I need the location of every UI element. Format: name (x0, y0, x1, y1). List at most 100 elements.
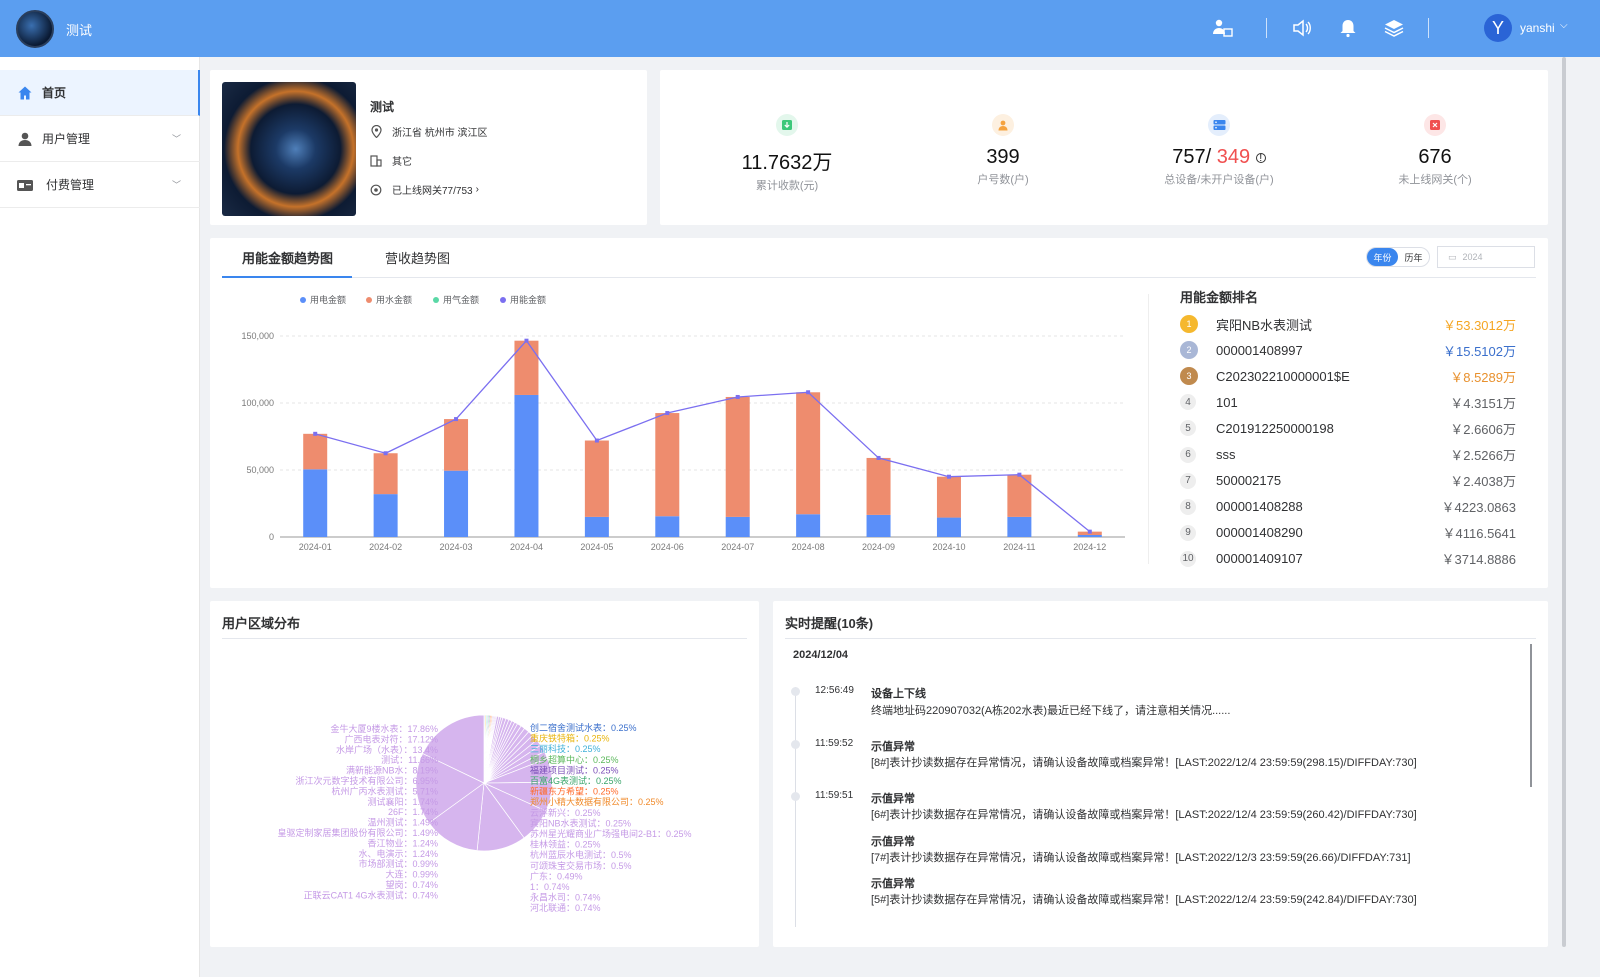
stat-value: 757/ 349 ! (1119, 146, 1319, 169)
ranking-row[interactable]: 6 sss ￥2.5266万 (1180, 445, 1520, 465)
pie-label-left: 水岸广场（水表）：13.4% (336, 744, 438, 755)
alert-text[interactable]: [8#]表计抄读数据存在异常情况，请确认设备故障或档案异常！[LAST:2022… (871, 754, 1417, 770)
timeline-dot (791, 792, 800, 801)
line-point (524, 338, 529, 343)
rank-name: 000001408288 (1216, 499, 1303, 515)
alert-time: 11:59:51 (815, 790, 854, 801)
pie-label-left: 正联云CAT1 4G水表测试：0.74% (304, 889, 438, 900)
line-point (1087, 529, 1092, 534)
header-divider (1266, 18, 1267, 38)
ranking-row[interactable]: 8 000001408288 ￥4223.0863 (1180, 497, 1520, 517)
page-scrollbar[interactable] (1562, 57, 1566, 947)
pie-label-right: 创二宿舍测试水表：0.25% (530, 722, 637, 733)
stat-devices: 757/ 349 ! 总设备/未开户设备(户) (1119, 114, 1319, 187)
pie-label-left: 皇驱定制家居集团股份有限公司：1.49% (277, 827, 438, 838)
rank-value: ￥4116.5641 (1442, 526, 1517, 542)
rank-value: ￥15.5102万 (1443, 343, 1516, 359)
pie-label-left: 26F：1.74% (388, 807, 438, 817)
alerts-scrollbar[interactable] (1530, 644, 1532, 787)
alerts-card: 实时提醒(10条) 2024/12/04 12:56:49 设备上下线 终端地址… (773, 601, 1548, 947)
pie-label-right: 广东：0.49% (530, 870, 583, 881)
ranking-row[interactable]: 1 宾阳NB水表测试 ￥53.3012万 (1180, 314, 1520, 334)
ranking-row[interactable]: 7 500002175 ￥2.4038万 (1180, 471, 1520, 491)
ranking-row[interactable]: 4 101 ￥4.3151万 (1180, 392, 1520, 412)
pie-label-right: 百富4G表测试：0.25% (530, 775, 622, 786)
bar-electric (444, 470, 469, 537)
legend-water[interactable]: 用水金额 (366, 293, 412, 306)
bell-icon[interactable] (1336, 16, 1360, 40)
info-icon[interactable]: ! (1255, 152, 1266, 163)
timeline-line (795, 687, 796, 927)
y-tick-label: 150,000 (241, 331, 274, 341)
line-point (1017, 472, 1022, 477)
toggle-history[interactable]: 历年 (1398, 248, 1429, 266)
ranking-row[interactable]: 9 000001408290 ￥4116.5641 (1180, 523, 1520, 543)
rank-value: ￥4223.0863 (1441, 500, 1516, 516)
tab-revenue-trend[interactable]: 营收趋势图 (385, 248, 450, 278)
speaker-icon[interactable] (1290, 16, 1314, 40)
gateway-link[interactable]: 已上线网关77/753 (392, 182, 473, 197)
bar-water (936, 476, 961, 518)
chevron-down-icon: ﹀ (172, 134, 182, 144)
x-tick-label: 2024-07 (721, 542, 754, 552)
stat-label: 户号数(户) (977, 174, 1029, 186)
user-switch-icon[interactable] (1210, 16, 1234, 40)
ranking-row[interactable]: 5 C201912250000198 ￥2.6606万 (1180, 418, 1520, 438)
region-card: 用户区域分布 创二宿舍测试水表：0.25% 重庆铁特箱：0.25% 三丽科技：0.2… (210, 601, 759, 947)
username[interactable]: yanshi (1520, 21, 1555, 35)
divider (222, 638, 747, 639)
stat-value: 11.7632万 (741, 152, 833, 174)
user-avatar[interactable]: Y (1484, 14, 1512, 42)
year-picker[interactable]: ▭ 2024 (1437, 246, 1535, 268)
toggle-year[interactable]: 年份 (1367, 248, 1398, 266)
rank-value: ￥8.5289万 (1450, 369, 1516, 385)
chevron-down-icon[interactable]: ⌵ (1560, 20, 1568, 31)
bar-electric (514, 394, 539, 537)
ranking-row[interactable]: 2 000001408997 ￥15.5102万 (1180, 340, 1520, 360)
pie-label-right: 可颂珠宝交易市场：0.5% (530, 860, 632, 871)
timeline-dot (791, 740, 800, 749)
sidebar-item-users[interactable]: 用户管理 ﹀ (0, 116, 200, 162)
stat-total-received: 11.7632万 累计收款(元) (687, 114, 887, 193)
ranking-row[interactable]: 10 000001409107 ￥3714.8886 (1180, 549, 1520, 569)
pie-label-right: 云浮新兴：0.25% (530, 807, 601, 818)
layers-icon[interactable] (1382, 16, 1406, 40)
alert-text[interactable]: [6#]表计抄读数据存在异常情况，请确认设备故障或档案异常！[LAST:2022… (871, 806, 1417, 822)
legend-gas[interactable]: 用气金额 (433, 293, 479, 306)
pie-label-left: 测试：11.66% (381, 754, 438, 765)
tab-energy-trend[interactable]: 用能金额趋势图 (222, 248, 352, 278)
line-point (313, 431, 318, 436)
line-point (594, 438, 599, 443)
calendar-icon: ▭ (1448, 251, 1457, 262)
period-toggle[interactable]: 年份 历年 (1366, 247, 1430, 267)
alert-text[interactable]: [7#]表计抄读数据存在异常情况，请确认设备故障或档案异常！[LAST:2022… (871, 849, 1411, 865)
stat-label: 总设备/未开户设备(户) (1164, 174, 1274, 186)
ranking-row[interactable]: 3 C202302210000001$E ￥8.5289万 (1180, 366, 1520, 386)
app-title: 测试 (66, 23, 93, 38)
sidebar-item-home[interactable]: 首页 (0, 70, 200, 116)
download-icon (776, 114, 798, 136)
alert-title: 示值异常 (871, 741, 915, 753)
bar-electric (936, 517, 961, 537)
alert-text[interactable]: 终端地址码220907032(A栋202水表)最近已经下线了，请注意相关情况..… (871, 702, 1230, 718)
medal-icon: 3 (1180, 367, 1198, 386)
x-tick-label: 2024-11 (1003, 542, 1035, 552)
category-text: 其它 (392, 157, 412, 168)
region-title: 用户区域分布 (222, 616, 301, 631)
sidebar-item-payment[interactable]: 付费管理 ﹀ (0, 162, 200, 208)
bar-electric (655, 516, 680, 537)
pie-label-left: 望岗：0.74% (385, 879, 438, 890)
project-gateway[interactable]: 已上线网关77/753 › (370, 182, 479, 197)
payment-icon (16, 176, 34, 194)
legend-energy[interactable]: 用能金额 (500, 293, 546, 306)
project-card: 测试 浙江省 杭州市 滨江区 其它 已上线网关77/753 › (210, 70, 647, 225)
gateway-icon (370, 184, 382, 196)
sidebar-item-label: 付费管理 (46, 178, 95, 192)
y-tick-label: 50,000 (246, 465, 274, 475)
y-tick-label: 100,000 (241, 398, 274, 408)
device-icon (1208, 114, 1230, 136)
alert-text[interactable]: [5#]表计抄读数据存在异常情况，请确认设备故障或档案异常！[LAST:2022… (871, 891, 1417, 907)
medal-icon: 1 (1180, 315, 1198, 333)
pie-label-right: 宾阳NB水表测试：0.25% (530, 817, 631, 828)
legend-electric[interactable]: 用电金额 (300, 293, 346, 306)
